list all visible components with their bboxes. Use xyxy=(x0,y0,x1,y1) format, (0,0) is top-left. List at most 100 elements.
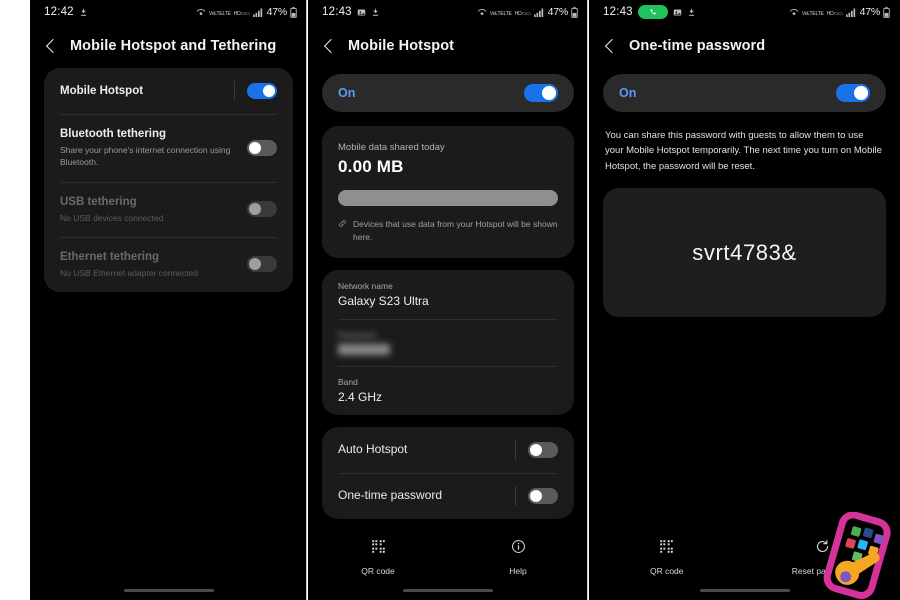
toggle-bluetooth-tethering[interactable] xyxy=(247,139,277,156)
row-title: Mobile Hotspot xyxy=(60,84,144,97)
phone-screen-hotspot-tethering: 12:42 VoLTELTE HD▭▭ 47% Mobile Hotspot a… xyxy=(30,0,307,600)
link-icon xyxy=(338,219,347,244)
toggle-mobile-hotspot[interactable] xyxy=(247,83,277,99)
page-title: Mobile Hotspot xyxy=(348,38,455,54)
toggle-usb-tethering xyxy=(247,201,277,218)
toggle-state-label: On xyxy=(619,86,637,100)
tethering-options-card: Mobile Hotspot Bluetooth tethering Share… xyxy=(44,68,293,293)
row-title: One-time password xyxy=(338,487,443,502)
battery-percent-label: 47% xyxy=(266,6,288,18)
data-usage-card: Mobile data shared today 0.00 MB Devices… xyxy=(322,126,574,258)
wifi-calling-icon xyxy=(789,7,799,17)
nav-label: Help xyxy=(509,566,527,576)
nav-label: QR code xyxy=(361,566,395,576)
row-ethernet-tethering: Ethernet tethering No USB Ethernet adapt… xyxy=(44,236,293,292)
signal-bars-icon xyxy=(845,8,857,17)
battery-icon xyxy=(571,6,578,18)
nav-item-qr-code[interactable]: QR code xyxy=(308,539,448,576)
bottom-action-bar: QR code Reset password xyxy=(589,539,900,576)
toggle-one-time-password-master[interactable] xyxy=(836,84,870,102)
volte-icon: VoLTELTE xyxy=(801,11,824,17)
row-title: Ethernet tethering xyxy=(60,250,160,263)
row-usb-tethering: USB tethering No USB devices connected xyxy=(44,181,293,237)
gesture-nav-bar[interactable] xyxy=(403,588,493,592)
row-bluetooth-tethering[interactable]: Bluetooth tethering Share your phone's i… xyxy=(44,114,293,182)
battery-percent-label: 47% xyxy=(859,6,881,18)
network-info-card: Network name Galaxy S23 Ultra Password B… xyxy=(322,269,574,415)
row-title: Auto Hotspot xyxy=(338,441,408,456)
nfc-icon: HD▭▭ xyxy=(233,11,250,17)
toggle-one-time-password[interactable] xyxy=(528,487,558,504)
band-label: Band xyxy=(338,376,358,387)
switch-divider xyxy=(515,439,516,460)
screenshot-icon xyxy=(673,8,682,17)
nfc-icon: HD▭▭ xyxy=(514,11,531,17)
download-icon xyxy=(371,8,380,17)
nav-label: QR code xyxy=(649,566,684,576)
row-title: USB tethering xyxy=(60,195,137,208)
password-label: Password xyxy=(338,329,376,340)
row-title: Bluetooth tethering xyxy=(60,128,167,140)
qr-code-icon xyxy=(371,539,386,559)
toggle-ethernet-tethering xyxy=(247,256,277,273)
download-icon xyxy=(687,8,696,17)
hotspot-master-toggle-card[interactable]: On xyxy=(322,74,574,112)
back-icon[interactable] xyxy=(44,39,58,53)
battery-icon xyxy=(883,6,890,18)
call-active-icon xyxy=(637,5,668,19)
nav-item-help[interactable]: Help xyxy=(448,539,588,576)
bottom-action-bar: QR code Help xyxy=(308,539,588,576)
help-info-icon xyxy=(511,539,526,559)
download-icon xyxy=(79,8,88,17)
nav-item-qr-code[interactable]: QR code xyxy=(589,539,745,576)
row-subtitle: No USB devices connected xyxy=(60,212,164,223)
status-bar-clock: 12:43 xyxy=(322,6,352,18)
otp-master-toggle-card[interactable]: On xyxy=(603,74,886,112)
status-bar-clock: 12:43 xyxy=(603,6,633,18)
app-bar: Mobile Hotspot and Tethering xyxy=(30,24,307,68)
data-usage-note: Devices that use data from your Hotspot … xyxy=(338,218,558,244)
row-subtitle: No USB Ethernet adapter connected xyxy=(60,267,198,278)
data-usage-progress-bar xyxy=(338,190,558,206)
nfc-icon: HD▭▭ xyxy=(826,11,843,17)
screenshot-icon xyxy=(357,8,366,17)
row-mobile-hotspot[interactable]: Mobile Hotspot xyxy=(44,68,293,114)
toggle-state-label: On xyxy=(338,86,356,100)
app-bar: Mobile Hotspot xyxy=(308,24,588,68)
otp-password-card[interactable]: svrt4783& xyxy=(603,188,886,318)
back-icon[interactable] xyxy=(603,39,617,53)
battery-percent-label: 47% xyxy=(547,6,569,18)
row-one-time-password[interactable]: One-time password xyxy=(322,472,574,519)
volte-icon: VoLTELTE xyxy=(489,11,512,17)
gesture-nav-bar[interactable] xyxy=(699,588,790,592)
row-subtitle: Share your phone's internet connection u… xyxy=(60,144,231,168)
band-value: 2.4 GHz xyxy=(338,389,383,404)
battery-icon xyxy=(290,6,297,18)
switch-divider xyxy=(234,81,235,101)
data-usage-value: 0.00 MB xyxy=(338,157,404,176)
nav-label: Reset password xyxy=(791,566,853,576)
status-bar: 12:43 VoLTELTE HD▭▭ 47% xyxy=(589,0,900,24)
panel-divider xyxy=(587,0,588,600)
hotspot-options-card: Auto Hotspot One-time password xyxy=(322,426,574,519)
app-bar: One-time password xyxy=(589,24,900,68)
toggle-mobile-hotspot-master[interactable] xyxy=(524,84,558,102)
row-band[interactable]: Band 2.4 GHz xyxy=(322,365,574,415)
nav-item-reset-password[interactable]: Reset password xyxy=(745,539,900,576)
phone-screen-mobile-hotspot: 12:43 VoLTELTE HD▭▭ 47% Mobile Hotspot O… xyxy=(308,0,588,600)
status-bar: 12:42 VoLTELTE HD▭▭ 47% xyxy=(30,0,307,24)
page-title: One-time password xyxy=(629,38,766,54)
network-name-value: Galaxy S23 Ultra xyxy=(338,293,429,308)
row-password[interactable]: Password xyxy=(322,318,574,366)
toggle-auto-hotspot[interactable] xyxy=(528,441,558,458)
status-bar: 12:43 VoLTELTE HD▭▭ 47% xyxy=(308,0,588,24)
panel-divider xyxy=(306,0,307,600)
signal-bars-icon xyxy=(533,8,545,17)
qr-code-icon xyxy=(659,539,674,559)
wifi-calling-icon xyxy=(477,7,487,17)
signal-bars-icon xyxy=(252,8,264,17)
gesture-nav-bar[interactable] xyxy=(123,588,214,592)
row-auto-hotspot[interactable]: Auto Hotspot xyxy=(322,427,574,473)
row-network-name[interactable]: Network name Galaxy S23 Ultra xyxy=(322,270,574,319)
back-icon[interactable] xyxy=(322,39,336,53)
